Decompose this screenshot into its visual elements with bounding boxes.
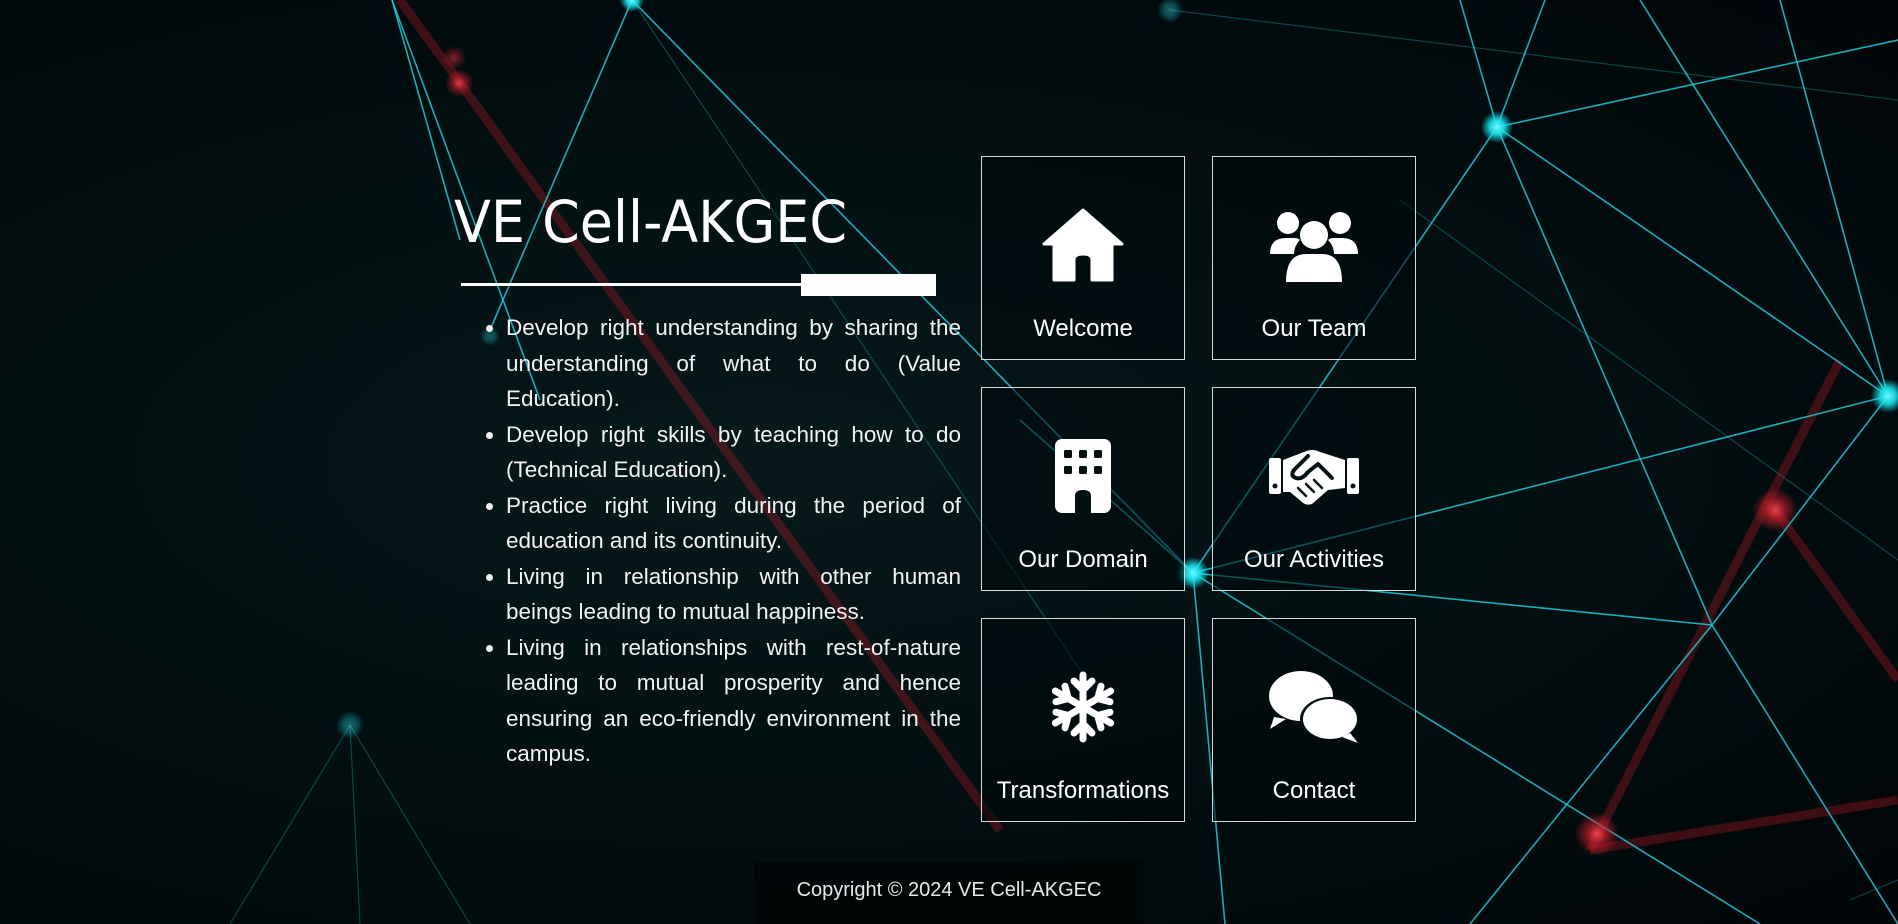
tile-our-team[interactable]: Our Team xyxy=(1212,156,1416,360)
list-item: Develop right skills by teaching how to … xyxy=(506,417,961,488)
snowflake-icon xyxy=(1037,667,1129,747)
handshake-icon xyxy=(1268,436,1360,516)
mission-list: Develop right understanding by sharing t… xyxy=(476,310,961,772)
tile-label: Welcome xyxy=(1033,315,1133,342)
title-divider-accent xyxy=(801,274,936,296)
list-item: Living in relationship with other human … xyxy=(506,559,961,630)
copyright-text: Copyright © 2024 VE Cell-AKGEC xyxy=(796,879,1102,901)
page: VE Cell-AKGEC Develop right understandin… xyxy=(0,0,1898,924)
tile-label: Our Activities xyxy=(1243,546,1385,573)
footer: Copyright © 2024 VE Cell-AKGEC xyxy=(755,862,1143,924)
list-item: Practice right living during the period … xyxy=(506,488,961,559)
tile-our-activities[interactable]: Our Activities xyxy=(1212,387,1416,591)
building-icon xyxy=(1037,436,1129,516)
tile-label: Our Team xyxy=(1261,315,1367,342)
home-icon xyxy=(1037,205,1129,285)
tile-transformations[interactable]: Transformations xyxy=(981,618,1185,822)
chat-bubbles-icon xyxy=(1268,667,1360,747)
tile-our-domain[interactable]: Our Domain xyxy=(981,387,1185,591)
users-icon xyxy=(1268,205,1360,285)
title-divider xyxy=(461,283,801,286)
list-item: Living in relationships with rest-of-nat… xyxy=(506,630,961,772)
page-title: VE Cell-AKGEC xyxy=(454,188,848,256)
tile-welcome[interactable]: Welcome xyxy=(981,156,1185,360)
tile-label: Contact xyxy=(1272,777,1356,804)
tile-label: Transformations xyxy=(996,777,1170,804)
tile-label: Our Domain xyxy=(1018,546,1148,573)
list-item: Develop right understanding by sharing t… xyxy=(506,310,961,417)
tile-contact[interactable]: Contact xyxy=(1212,618,1416,822)
